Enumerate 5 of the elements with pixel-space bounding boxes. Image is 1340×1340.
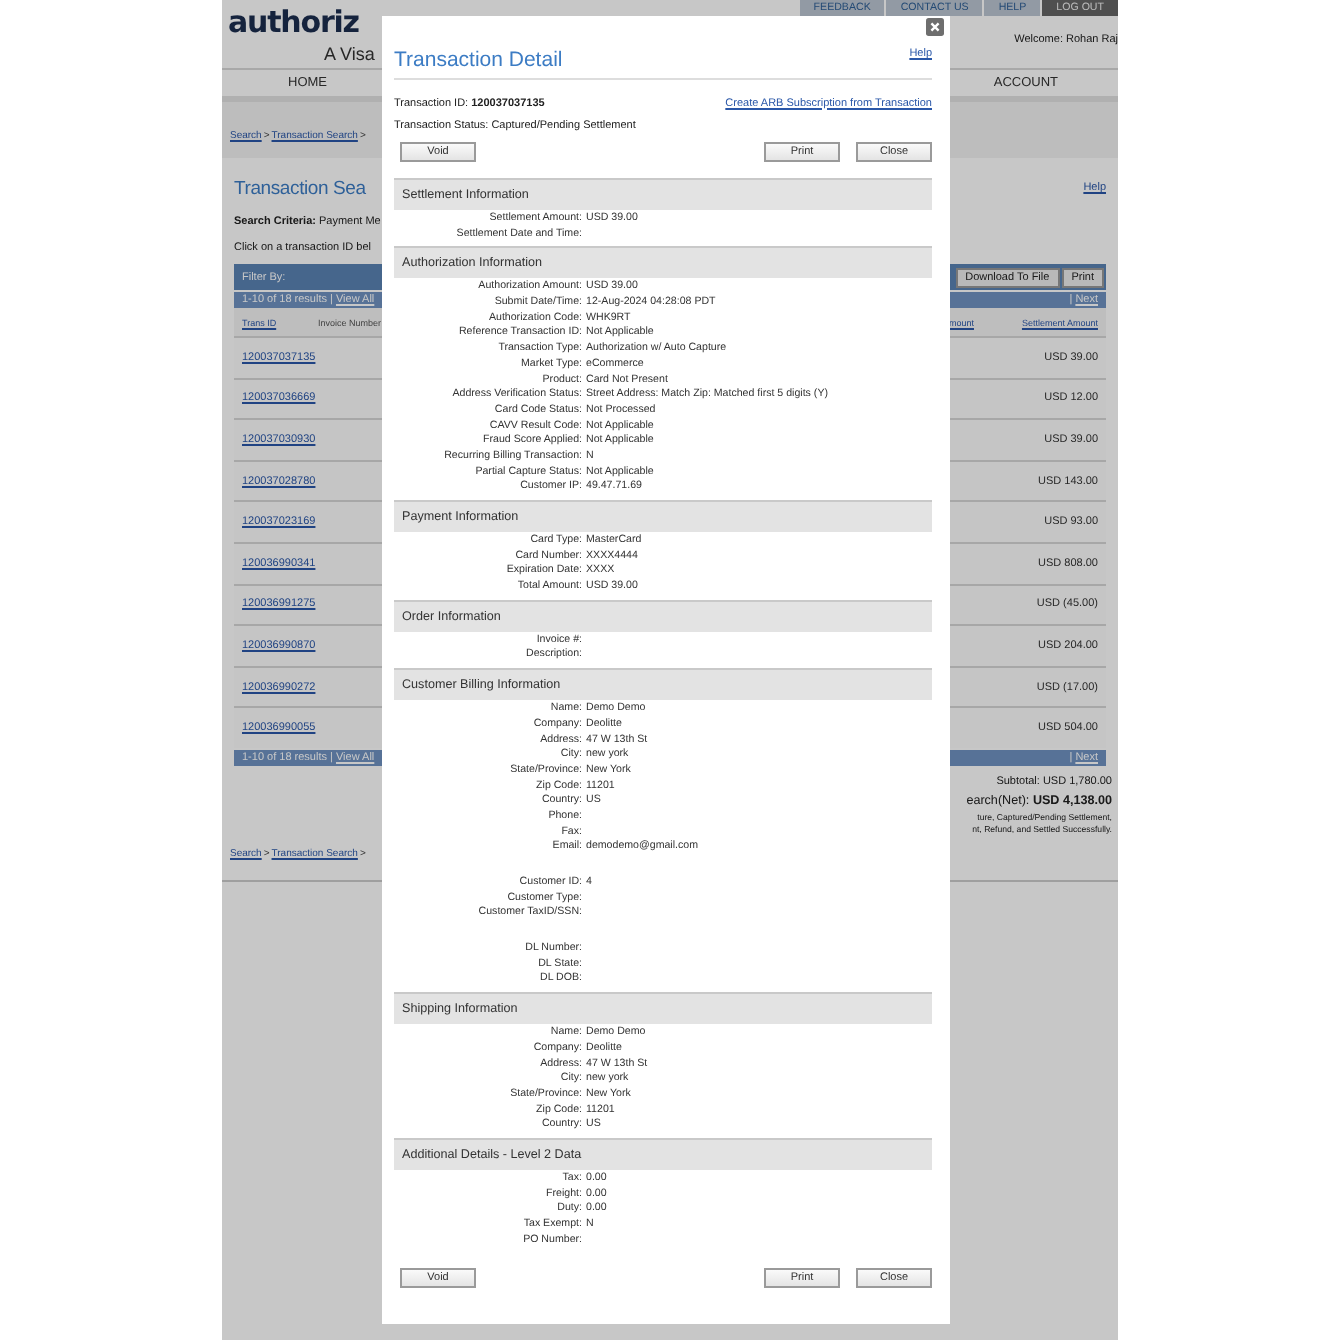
logo-text: authoriz <box>228 2 361 44</box>
dialog-title: Transaction Detail <box>394 46 563 76</box>
close-icon[interactable] <box>926 18 944 36</box>
page-title: Transaction Sea <box>234 177 366 199</box>
tagline: A Visa <box>322 44 377 64</box>
